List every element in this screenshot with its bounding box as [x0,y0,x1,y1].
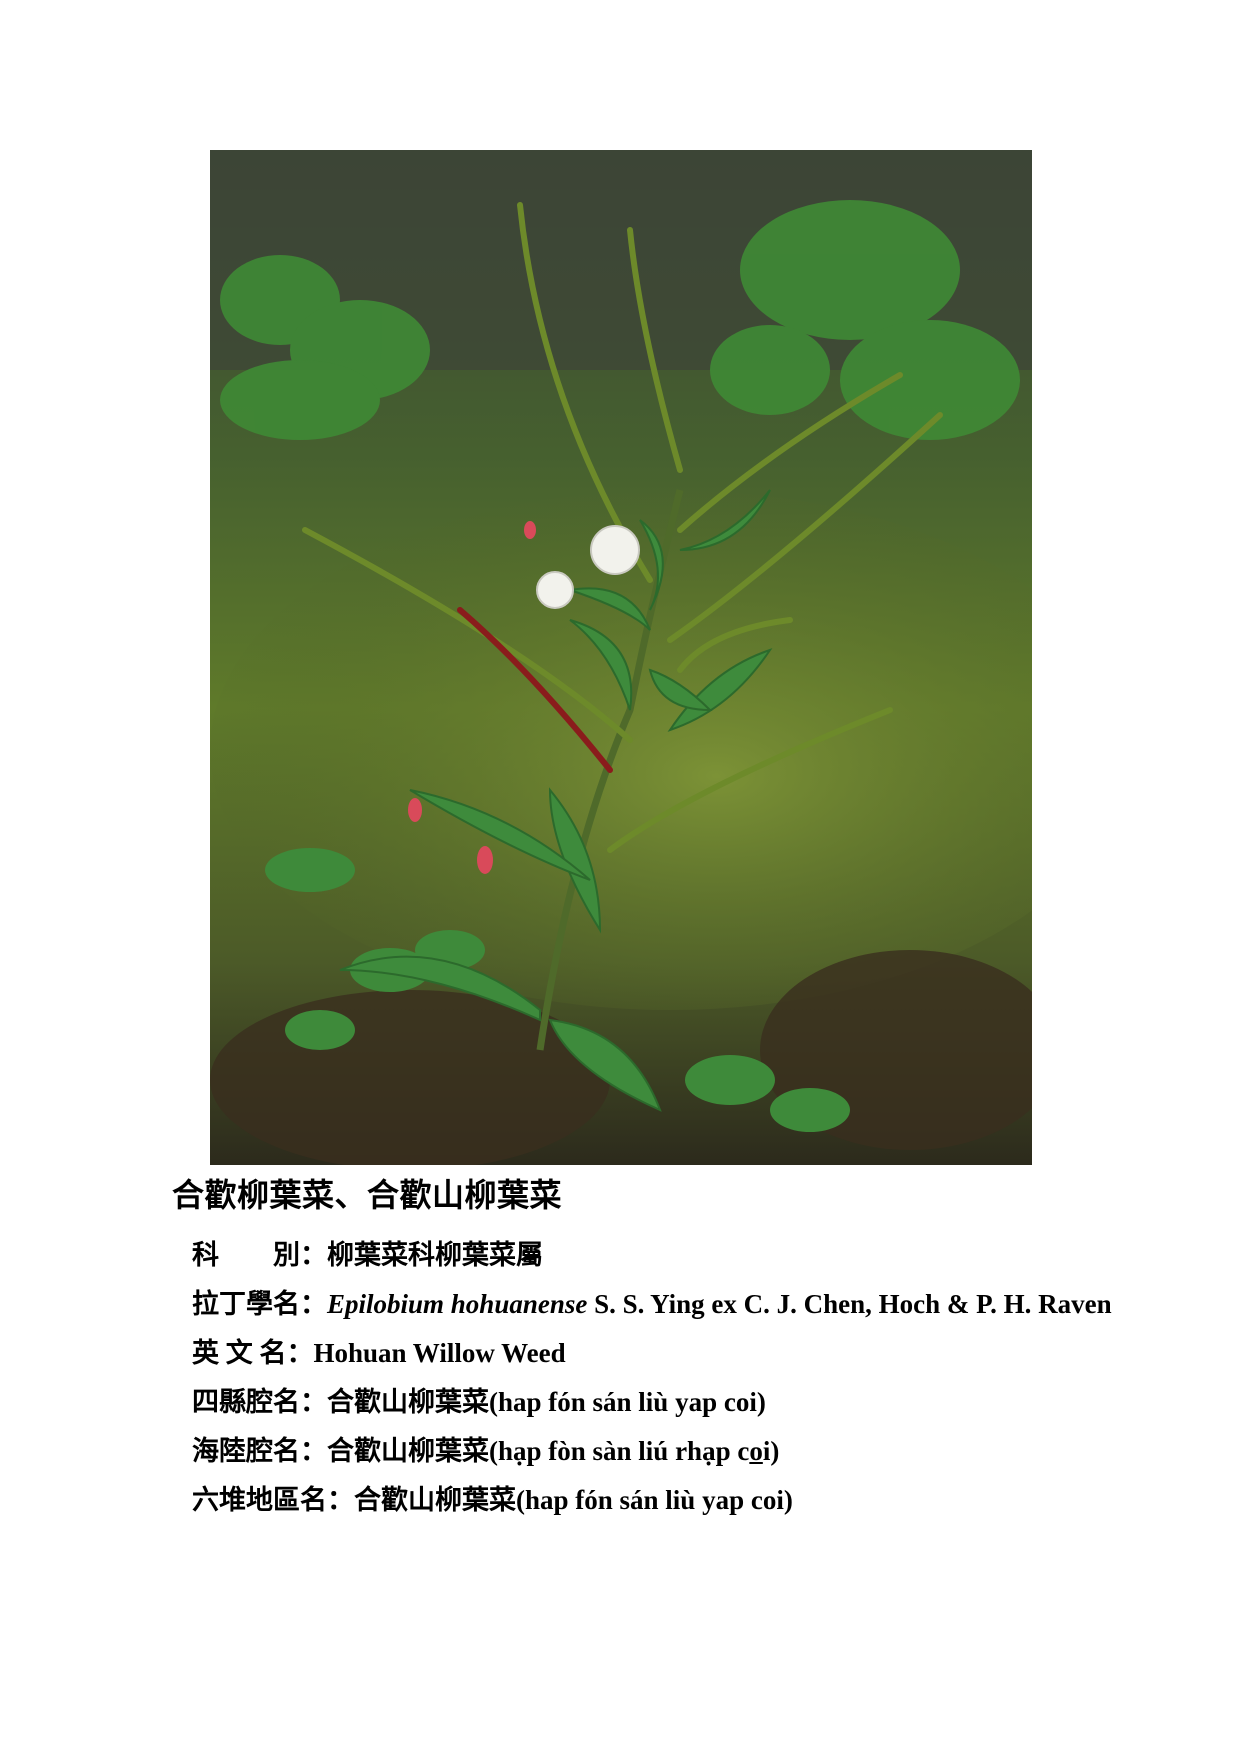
hailu-name-label: 海陸腔名： [192,1436,327,1466]
sixian-name-label: 四縣腔名： [192,1387,327,1417]
english-name-line: 英 文 名：Hohuan Willow Weed [192,1331,566,1370]
plant-photo [210,150,1032,1165]
english-name-value: Hohuan Willow Weed [313,1338,566,1368]
family-value: 柳葉菜科柳葉菜屬 [327,1240,543,1270]
liudui-name-label: 六堆地區名： [192,1485,354,1515]
english-name-label: 英 文 名： [192,1338,314,1368]
liudui-name-line: 六堆地區名：合歡山柳葉菜(hap fón sán liù yap coi) [192,1478,793,1517]
latin-binomial: Epilobium hohuanense [327,1289,588,1319]
sixian-name-line: 四縣腔名：合歡山柳葉菜(hap fón sán liù yap coi) [192,1380,766,1419]
latin-name-line: 拉丁學名：Epilobium hohuanense S. S. Ying ex … [192,1282,1112,1321]
page-title: 合歡柳葉菜、合歡山柳葉菜 [172,1177,563,1213]
hailu-name-line: 海陸腔名：合歡山柳葉菜(hạp fòn sàn liú rhạp coi) [192,1429,779,1468]
hailu-romanization-post: i) [762,1436,780,1466]
latin-authority: S. S. Ying ex C. J. Chen, Hoch & P. H. R… [587,1289,1112,1319]
latin-name-label: 拉丁學名： [192,1289,327,1319]
liudui-romanization: (hap fón sán liù yap coi) [516,1485,793,1515]
family-line: 科 別：柳葉菜科柳葉菜屬 [192,1233,543,1272]
sixian-romanization: (hap fón sán liù yap coi) [489,1387,766,1417]
hailu-romanization-pre: (hạp fòn sàn liú rhạp c [489,1436,750,1466]
hailu-name-value: 合歡山柳葉菜 [327,1436,489,1466]
liudui-name-value: 合歡山柳葉菜 [354,1485,516,1515]
sixian-name-value: 合歡山柳葉菜 [327,1387,489,1417]
plant-illustration [210,150,1032,1165]
family-label: 科 別： [192,1240,327,1270]
hailu-romanization-underlined: o [749,1436,763,1466]
